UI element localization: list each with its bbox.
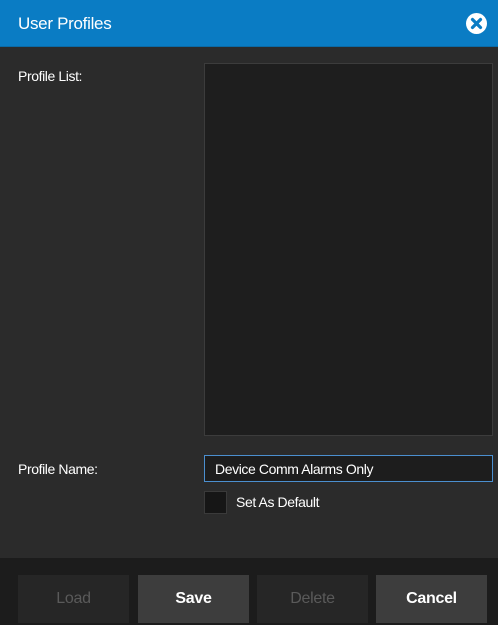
set-default-label: Set As Default bbox=[236, 494, 320, 510]
profile-name-input[interactable] bbox=[204, 455, 493, 482]
delete-button[interactable]: Delete bbox=[257, 575, 368, 623]
user-profiles-dialog: User Profiles Profile List: Profile Name… bbox=[0, 0, 498, 625]
profile-list-label: Profile List: bbox=[18, 68, 83, 84]
load-button[interactable]: Load bbox=[18, 575, 129, 623]
cancel-button[interactable]: Cancel bbox=[376, 575, 487, 623]
set-default-checkbox[interactable] bbox=[204, 491, 227, 514]
dialog-title: User Profiles bbox=[18, 14, 112, 33]
save-button[interactable]: Save bbox=[138, 575, 249, 623]
profile-name-label: Profile Name: bbox=[18, 461, 98, 477]
dialog-titlebar: User Profiles bbox=[0, 0, 498, 47]
profile-list[interactable] bbox=[204, 63, 493, 436]
close-icon[interactable] bbox=[466, 13, 487, 34]
